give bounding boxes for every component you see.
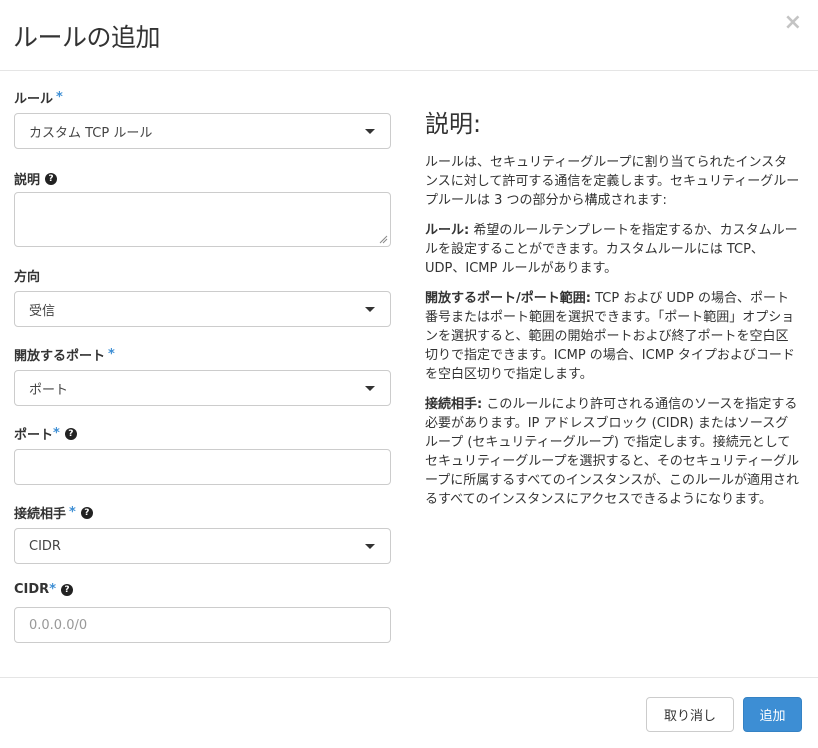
help-rule-term: ルール: <box>425 223 470 238</box>
question-circle-icon[interactable]: ? <box>45 172 58 185</box>
help-remote-text: このルールにより許可される通信のソースを指定する必要があります。IP アドレスブ… <box>425 397 800 507</box>
rule-select[interactable]: カスタム TCP ルール <box>14 113 391 149</box>
remote-select[interactable]: CIDR <box>14 528 391 564</box>
dialog-footer: 取り消し 追加 <box>0 677 818 748</box>
close-icon[interactable]: × <box>784 12 802 34</box>
help-port-paragraph: 開放するポート/ポート範囲: TCP および UDP の場合、ポート番号またはポ… <box>425 289 800 384</box>
help-title: 説明: <box>425 110 482 138</box>
description-label: 説明? <box>14 169 58 188</box>
port-input[interactable] <box>14 449 391 485</box>
question-circle-icon[interactable]: ? <box>61 583 73 596</box>
help-intro: ルールは、セキュリティーグループに割り当てられたインスタンスに対して許可する通信… <box>425 155 800 208</box>
dialog-header: ルールの追加 × <box>0 0 818 71</box>
caret-down-icon <box>365 386 375 391</box>
open-port-select-value: ポート <box>29 382 69 398</box>
question-circle-icon[interactable]: ? <box>80 506 93 519</box>
description-textarea[interactable] <box>14 192 391 247</box>
port-label: ポート *? <box>14 424 77 443</box>
cancel-button[interactable]: 取り消し <box>646 697 734 732</box>
direction-select-value: 受信 <box>29 303 56 319</box>
open-port-label: 開放するポート * <box>14 347 115 364</box>
help-remote-term: 接続相手: <box>425 397 483 412</box>
help-panel: 説明: ルールは、セキュリティーグループに割り当てられたインスタンスに対して許可… <box>425 104 800 520</box>
direction-label: 方向 <box>14 270 41 285</box>
remote-label: 接続相手 *? <box>14 503 93 522</box>
caret-down-icon <box>365 129 375 134</box>
rule-label: ルール * <box>14 90 63 107</box>
caret-down-icon <box>365 307 375 312</box>
help-remote-paragraph: 接続相手: このルールにより許可される通信のソースを指定する必要があります。IP… <box>425 395 800 509</box>
rule-select-value: カスタム TCP ルール <box>29 125 153 141</box>
dialog-title: ルールの追加 <box>13 23 161 52</box>
help-rule-text: 希望のルールテンプレートを指定するか、カスタムルールを設定することができます。カ… <box>425 223 798 276</box>
required-mark: * <box>56 90 63 105</box>
required-mark: * <box>49 582 56 597</box>
help-port-term: 開放するポート/ポート範囲: <box>425 291 591 306</box>
open-port-select[interactable]: ポート <box>14 370 391 406</box>
resize-handle-icon[interactable] <box>379 235 388 244</box>
remote-select-value: CIDR <box>29 538 61 554</box>
add-rule-dialog: ルールの追加 × ルール * カスタム TCP ルール 説明? 方向 受信 開放… <box>0 0 818 748</box>
help-rule-paragraph: ルール: 希望のルールテンプレートを指定するか、カスタムルールを設定することがで… <box>425 221 800 278</box>
add-button[interactable]: 追加 <box>743 697 802 732</box>
cidr-label: CIDR *? <box>14 582 73 597</box>
required-mark: * <box>53 426 60 441</box>
required-mark: * <box>108 347 115 362</box>
required-mark: * <box>69 505 76 520</box>
cidr-input[interactable]: 0.0.0.0/0 <box>14 607 391 643</box>
cidr-input-placeholder: 0.0.0.0/0 <box>29 617 88 633</box>
direction-select[interactable]: 受信 <box>14 291 391 327</box>
question-circle-icon[interactable]: ? <box>64 427 77 440</box>
caret-down-icon <box>365 544 375 549</box>
